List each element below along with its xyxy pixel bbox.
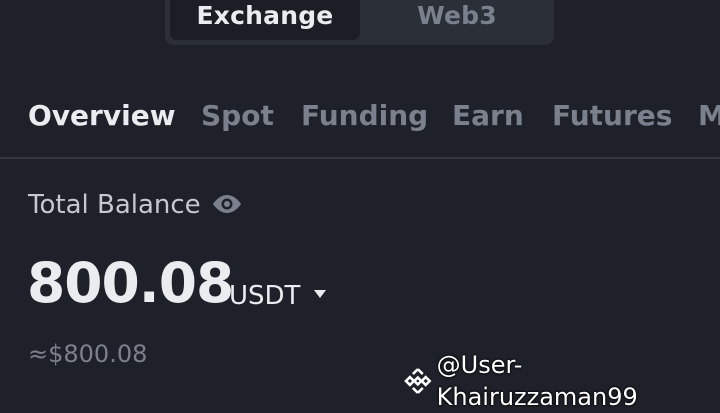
currency-selector[interactable]: USDT [229, 279, 300, 313]
eye-icon[interactable] [212, 193, 242, 215]
total-balance-label: Total Balance [28, 190, 201, 220]
tabs-divider [0, 157, 720, 159]
total-balance-amount: 800.08 [27, 251, 234, 315]
tab-earn[interactable]: Earn [452, 96, 524, 136]
tab-spot[interactable]: Spot [201, 96, 274, 136]
watermark-text: @User-Khairuzzaman99 [436, 351, 638, 411]
exchange-segment[interactable]: Exchange [170, 0, 360, 40]
binance-logo-icon [404, 368, 432, 394]
wallet-tabs: Overview Spot Funding Earn Futures M [0, 96, 720, 136]
watermark: @User-Khairuzzaman99 [403, 351, 720, 411]
caret-down-icon[interactable] [313, 289, 327, 299]
web3-segment[interactable]: Web3 [365, 0, 549, 40]
tab-more[interactable]: M [698, 96, 720, 136]
tab-overview[interactable]: Overview [28, 96, 176, 136]
tab-funding[interactable]: Funding [301, 96, 428, 136]
tab-futures[interactable]: Futures [552, 96, 672, 136]
exchange-web3-switcher: Exchange Web3 [165, 0, 554, 45]
approx-usd-value: ≈$800.08 [28, 340, 148, 368]
